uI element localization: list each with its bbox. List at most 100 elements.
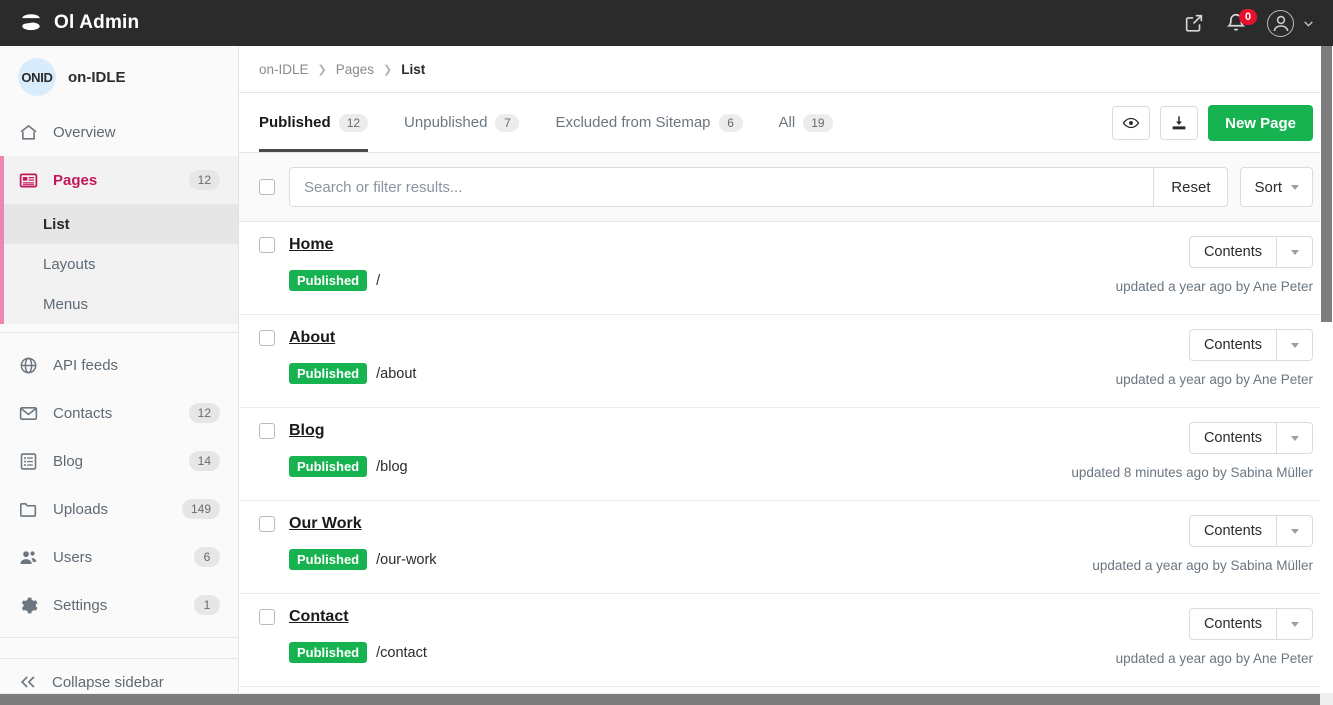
breadcrumb-item-pages[interactable]: Pages	[336, 62, 374, 77]
vertical-scrollbar-thumb[interactable]	[1321, 46, 1332, 322]
sidebar-subitem-label: Layouts	[43, 256, 96, 273]
contents-button[interactable]: Contents	[1189, 422, 1277, 454]
row-actions: Contents updated a year ago by Ane Peter	[1116, 236, 1313, 294]
tab-excluded-from-sitemap[interactable]: Excluded from Sitemap 6	[537, 93, 760, 152]
envelope-icon	[18, 403, 39, 424]
page-title-link[interactable]: About	[289, 329, 335, 347]
eye-icon	[1122, 114, 1140, 132]
chevron-down-icon	[1291, 250, 1299, 255]
tab-bar: Published 12 Unpublished 7 Excluded from…	[239, 92, 1333, 152]
preview-button[interactable]	[1112, 106, 1150, 140]
sidebar-item-contacts[interactable]: Contacts 12	[0, 389, 238, 437]
sidebar-item-count: 6	[194, 547, 220, 567]
brand-title: Ol Admin	[54, 12, 139, 34]
contents-button[interactable]: Contents	[1189, 329, 1277, 361]
page-title-link[interactable]: Blog	[289, 422, 325, 440]
sidebar: ONID on-IDLE Overview Pages 12 List Layo…	[0, 46, 239, 705]
breadcrumb-item-org[interactable]: on-IDLE	[259, 62, 309, 77]
sidebar-item-uploads[interactable]: Uploads 149	[0, 485, 238, 533]
contents-button[interactable]: Contents	[1189, 515, 1277, 547]
row-checkbox[interactable]	[259, 237, 275, 253]
collapse-sidebar-label: Collapse sidebar	[52, 674, 164, 691]
row-checkbox[interactable]	[259, 516, 275, 532]
sidebar-item-label: Settings	[53, 597, 194, 614]
chevron-down-icon[interactable]	[1302, 17, 1315, 30]
contents-dropdown-button[interactable]	[1277, 515, 1313, 547]
row-checkbox[interactable]	[259, 423, 275, 439]
contents-split-button: Contents	[1189, 422, 1313, 454]
page-title-link[interactable]: Our Work	[289, 515, 362, 533]
breadcrumb-separator: ❯	[383, 63, 392, 76]
contents-dropdown-button[interactable]	[1277, 236, 1313, 268]
notifications[interactable]: 0	[1225, 12, 1247, 34]
row-updated-text: updated a year ago by Ane Peter	[1116, 372, 1313, 387]
page-title-link[interactable]: Home	[289, 236, 333, 254]
sidebar-subitem-label: Menus	[43, 296, 88, 313]
sidebar-item-label: Overview	[53, 124, 220, 141]
contents-dropdown-button[interactable]	[1277, 608, 1313, 640]
chevron-down-icon	[1291, 343, 1299, 348]
table-row[interactable]: Home Published / Contents updated a year…	[239, 222, 1333, 315]
horizontal-scrollbar[interactable]	[0, 693, 1333, 705]
sidebar-item-label: Users	[53, 549, 194, 566]
org-switcher[interactable]: ONID on-IDLE	[0, 46, 238, 108]
table-row[interactable]: About Published /about Contents updated …	[239, 315, 1333, 408]
sidebar-item-overview[interactable]: Overview	[0, 108, 238, 156]
user-avatar-icon	[1269, 11, 1293, 35]
topbar-actions: 0	[1183, 10, 1333, 37]
sidebar-subitem-menus[interactable]: Menus	[0, 284, 238, 324]
row-checkbox[interactable]	[259, 609, 275, 625]
notification-count-badge: 0	[1239, 9, 1257, 25]
horizontal-scrollbar-thumb[interactable]	[0, 694, 1320, 705]
tab-count: 7	[495, 114, 519, 132]
sidebar-subitem-layouts[interactable]: Layouts	[0, 244, 238, 284]
sidebar-item-users[interactable]: Users 6	[0, 533, 238, 581]
table-row[interactable]: Our Work Published /our-work Contents up…	[239, 501, 1333, 594]
brand[interactable]: Ol Admin	[0, 10, 139, 36]
gear-icon	[18, 595, 39, 616]
tab-published[interactable]: Published 12	[259, 93, 386, 152]
sidebar-item-count: 12	[189, 403, 220, 423]
download-icon	[1170, 114, 1188, 132]
status-badge: Published	[289, 549, 367, 570]
table-row[interactable]: Contact Published /contact Contents upda…	[239, 594, 1333, 687]
vertical-scrollbar[interactable]	[1320, 46, 1333, 691]
contents-dropdown-button[interactable]	[1277, 422, 1313, 454]
sort-dropdown[interactable]: Sort	[1240, 167, 1313, 207]
external-link-icon[interactable]	[1183, 12, 1205, 34]
row-checkbox[interactable]	[259, 330, 275, 346]
select-all-checkbox[interactable]	[259, 179, 275, 195]
search-input[interactable]	[289, 167, 1153, 207]
reset-button[interactable]: Reset	[1153, 167, 1228, 207]
sort-label: Sort	[1254, 179, 1282, 196]
sidebar-item-api-feeds[interactable]: API feeds	[0, 341, 238, 389]
sidebar-item-settings[interactable]: Settings 1	[0, 581, 238, 629]
page-path: /our-work	[376, 552, 436, 568]
row-updated-text: updated a year ago by Ane Peter	[1116, 651, 1313, 666]
folder-icon	[18, 499, 39, 520]
user-menu[interactable]	[1267, 10, 1315, 37]
tab-all[interactable]: All 19	[761, 93, 851, 152]
contents-button[interactable]: Contents	[1189, 236, 1277, 268]
tab-count: 19	[803, 114, 832, 132]
org-name: on-IDLE	[68, 69, 126, 86]
download-button[interactable]	[1160, 106, 1198, 140]
new-page-button[interactable]: New Page	[1208, 105, 1313, 141]
avatar[interactable]	[1267, 10, 1294, 37]
sidebar-subitem-list[interactable]: List	[0, 204, 238, 244]
sidebar-item-pages[interactable]: Pages 12	[0, 156, 238, 204]
contents-dropdown-button[interactable]	[1277, 329, 1313, 361]
pages-icon	[18, 170, 39, 191]
double-chevron-left-icon	[18, 672, 38, 692]
page-title-link[interactable]: Contact	[289, 608, 349, 626]
tab-unpublished[interactable]: Unpublished 7	[386, 93, 537, 152]
row-actions: Contents updated a year ago by Ane Peter	[1116, 608, 1313, 666]
status-badge: Published	[289, 456, 367, 477]
chevron-down-icon	[1291, 185, 1299, 190]
sidebar-item-blog[interactable]: Blog 14	[0, 437, 238, 485]
table-row[interactable]: Blog Published /blog Contents updated 8 …	[239, 408, 1333, 501]
status-badge: Published	[289, 270, 367, 291]
pages-list: Home Published / Contents updated a year…	[239, 222, 1333, 687]
contents-button[interactable]: Contents	[1189, 608, 1277, 640]
status-badge: Published	[289, 642, 367, 663]
